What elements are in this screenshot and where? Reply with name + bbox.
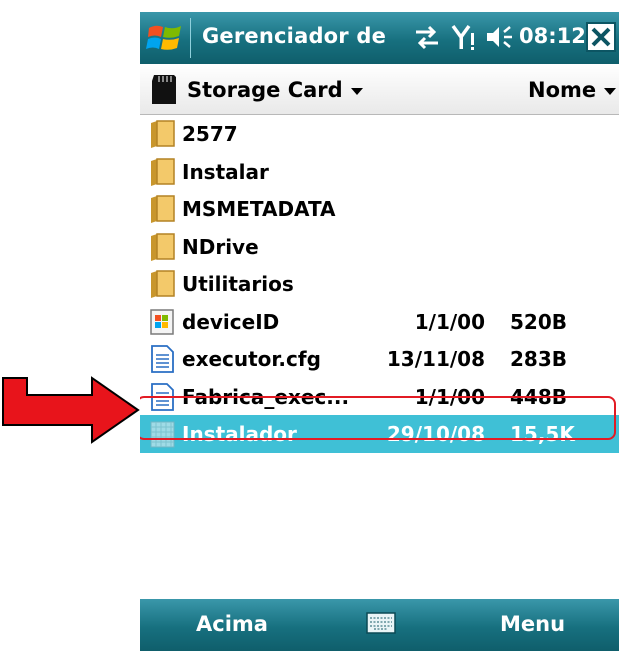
location-dropdown[interactable]: Storage Card [187,78,363,102]
folder-header: Storage Card Nome [140,64,619,115]
windows-start-icon[interactable] [146,20,184,56]
softkey-left-button[interactable]: Acima [196,612,268,636]
chevron-down-icon [350,87,363,95]
sort-label: Nome [528,78,597,102]
file-name: NDrive [182,234,259,259]
file-size: 520B [510,309,567,334]
location-label: Storage Card [187,78,343,102]
file-name: MSMETADATA [182,197,336,221]
clock[interactable]: 08:12 [519,24,586,48]
list-item[interactable]: Instalar [140,153,619,191]
file-name: deviceID [182,309,280,334]
annotation-arrow-icon [2,376,140,444]
sort-dropdown[interactable]: Nome [528,78,617,102]
list-item[interactable]: Utilitarios [140,265,619,303]
close-icon [591,27,611,47]
folder-icon [151,270,175,298]
title-separator [190,18,191,58]
title-bar: Gerenciador de 08:12 [140,12,619,64]
list-item[interactable]: NDrive [140,228,619,266]
window-title: Gerenciador de [202,24,387,48]
storage-card-icon [152,75,176,104]
softkey-menu-button[interactable]: Menu [500,612,565,636]
close-button[interactable] [586,22,616,52]
list-item[interactable]: MSMETADATA [140,190,619,228]
file-date: 13/11/08 [386,347,485,371]
document-icon [151,345,174,373]
file-date: 1/1/00 [414,309,485,334]
sync-arrows-icon[interactable] [414,23,440,51]
annotation-highlight [140,396,616,440]
device-screen: Gerenciador de 08:12 Storage Card Nome 2… [140,12,619,651]
file-size: 283B [510,347,567,371]
file-name: 2577 [182,122,238,146]
speaker-icon[interactable] [485,23,515,51]
file-name: Instalar [182,159,269,184]
app-icon [150,308,174,335]
folder-icon [151,120,175,148]
folder-icon [151,195,175,223]
chevron-down-icon [604,87,617,95]
file-name: executor.cfg [182,347,321,371]
keyboard-icon[interactable] [366,611,396,635]
file-name: Utilitarios [182,272,294,296]
list-item[interactable]: 2577 [140,115,619,153]
folder-icon [151,232,175,261]
signal-icon[interactable] [451,23,479,51]
list-item[interactable]: deviceID 1/1/00 520B [140,303,619,341]
list-item[interactable]: executor.cfg 13/11/08 283B [140,340,619,378]
folder-icon [151,157,175,186]
softkey-bar: Acima Menu [140,599,619,651]
